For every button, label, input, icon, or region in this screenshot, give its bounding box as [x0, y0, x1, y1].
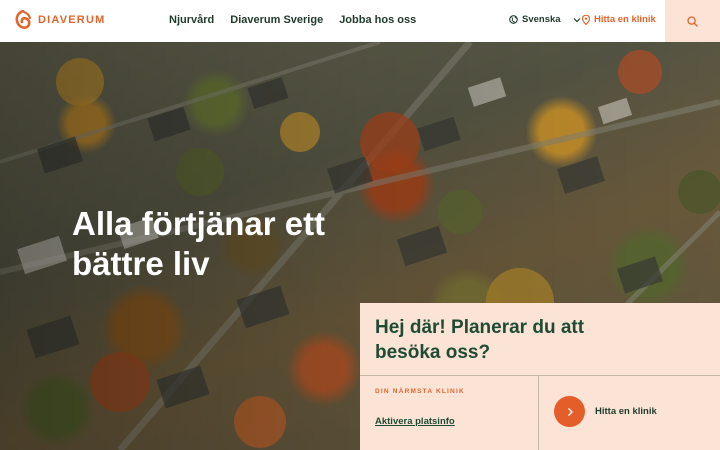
nearest-clinic-kicker: DIN NÄRMSTA KLINIK: [375, 388, 465, 395]
logo-text: DIAVERUM: [38, 14, 106, 26]
find-clinic-arrow-button[interactable]: [554, 396, 585, 427]
nav-njurvard[interactable]: Njurvård: [169, 14, 214, 26]
language-label: Svenska: [522, 14, 561, 25]
globe-icon: [509, 15, 518, 24]
site-header: DIAVERUM Njurvård Diaverum Sverige Jobba…: [0, 0, 720, 42]
chevron-right-icon: [567, 407, 573, 416]
main-nav: Njurvård Diaverum Sverige Jobba hos oss: [169, 14, 416, 26]
find-clinic-button-label[interactable]: Hitta en klinik: [595, 406, 657, 417]
language-selector[interactable]: Svenska: [509, 14, 581, 25]
nav-jobba-hos-oss[interactable]: Jobba hos oss: [339, 14, 416, 26]
find-clinic-link[interactable]: Hitta en klinik: [582, 14, 656, 25]
find-clinic-label: Hitta en klinik: [594, 14, 656, 25]
activate-location-link[interactable]: Aktivera platsinfo: [375, 416, 455, 427]
clinic-panel: Hej där! Planerar du att besöka oss? DIN…: [360, 303, 720, 450]
search-button[interactable]: [665, 0, 720, 42]
chevron-down-icon: [573, 17, 580, 22]
nearest-clinic-cell: DIN NÄRMSTA KLINIK Aktivera platsinfo: [360, 376, 539, 450]
logo-mark-icon: [15, 10, 32, 29]
clinic-panel-title: Hej där! Planerar du att besöka oss?: [375, 317, 585, 363]
clinic-panel-row: DIN NÄRMSTA KLINIK Aktivera platsinfo Hi…: [360, 375, 720, 450]
search-icon: [687, 15, 698, 27]
nav-diaverum-sverige[interactable]: Diaverum Sverige: [230, 14, 323, 26]
hero-headline: Alla förtjänar ett bättre liv: [72, 205, 326, 282]
diaverum-logo[interactable]: DIAVERUM: [14, 10, 105, 30]
location-pin-icon: [582, 14, 590, 25]
